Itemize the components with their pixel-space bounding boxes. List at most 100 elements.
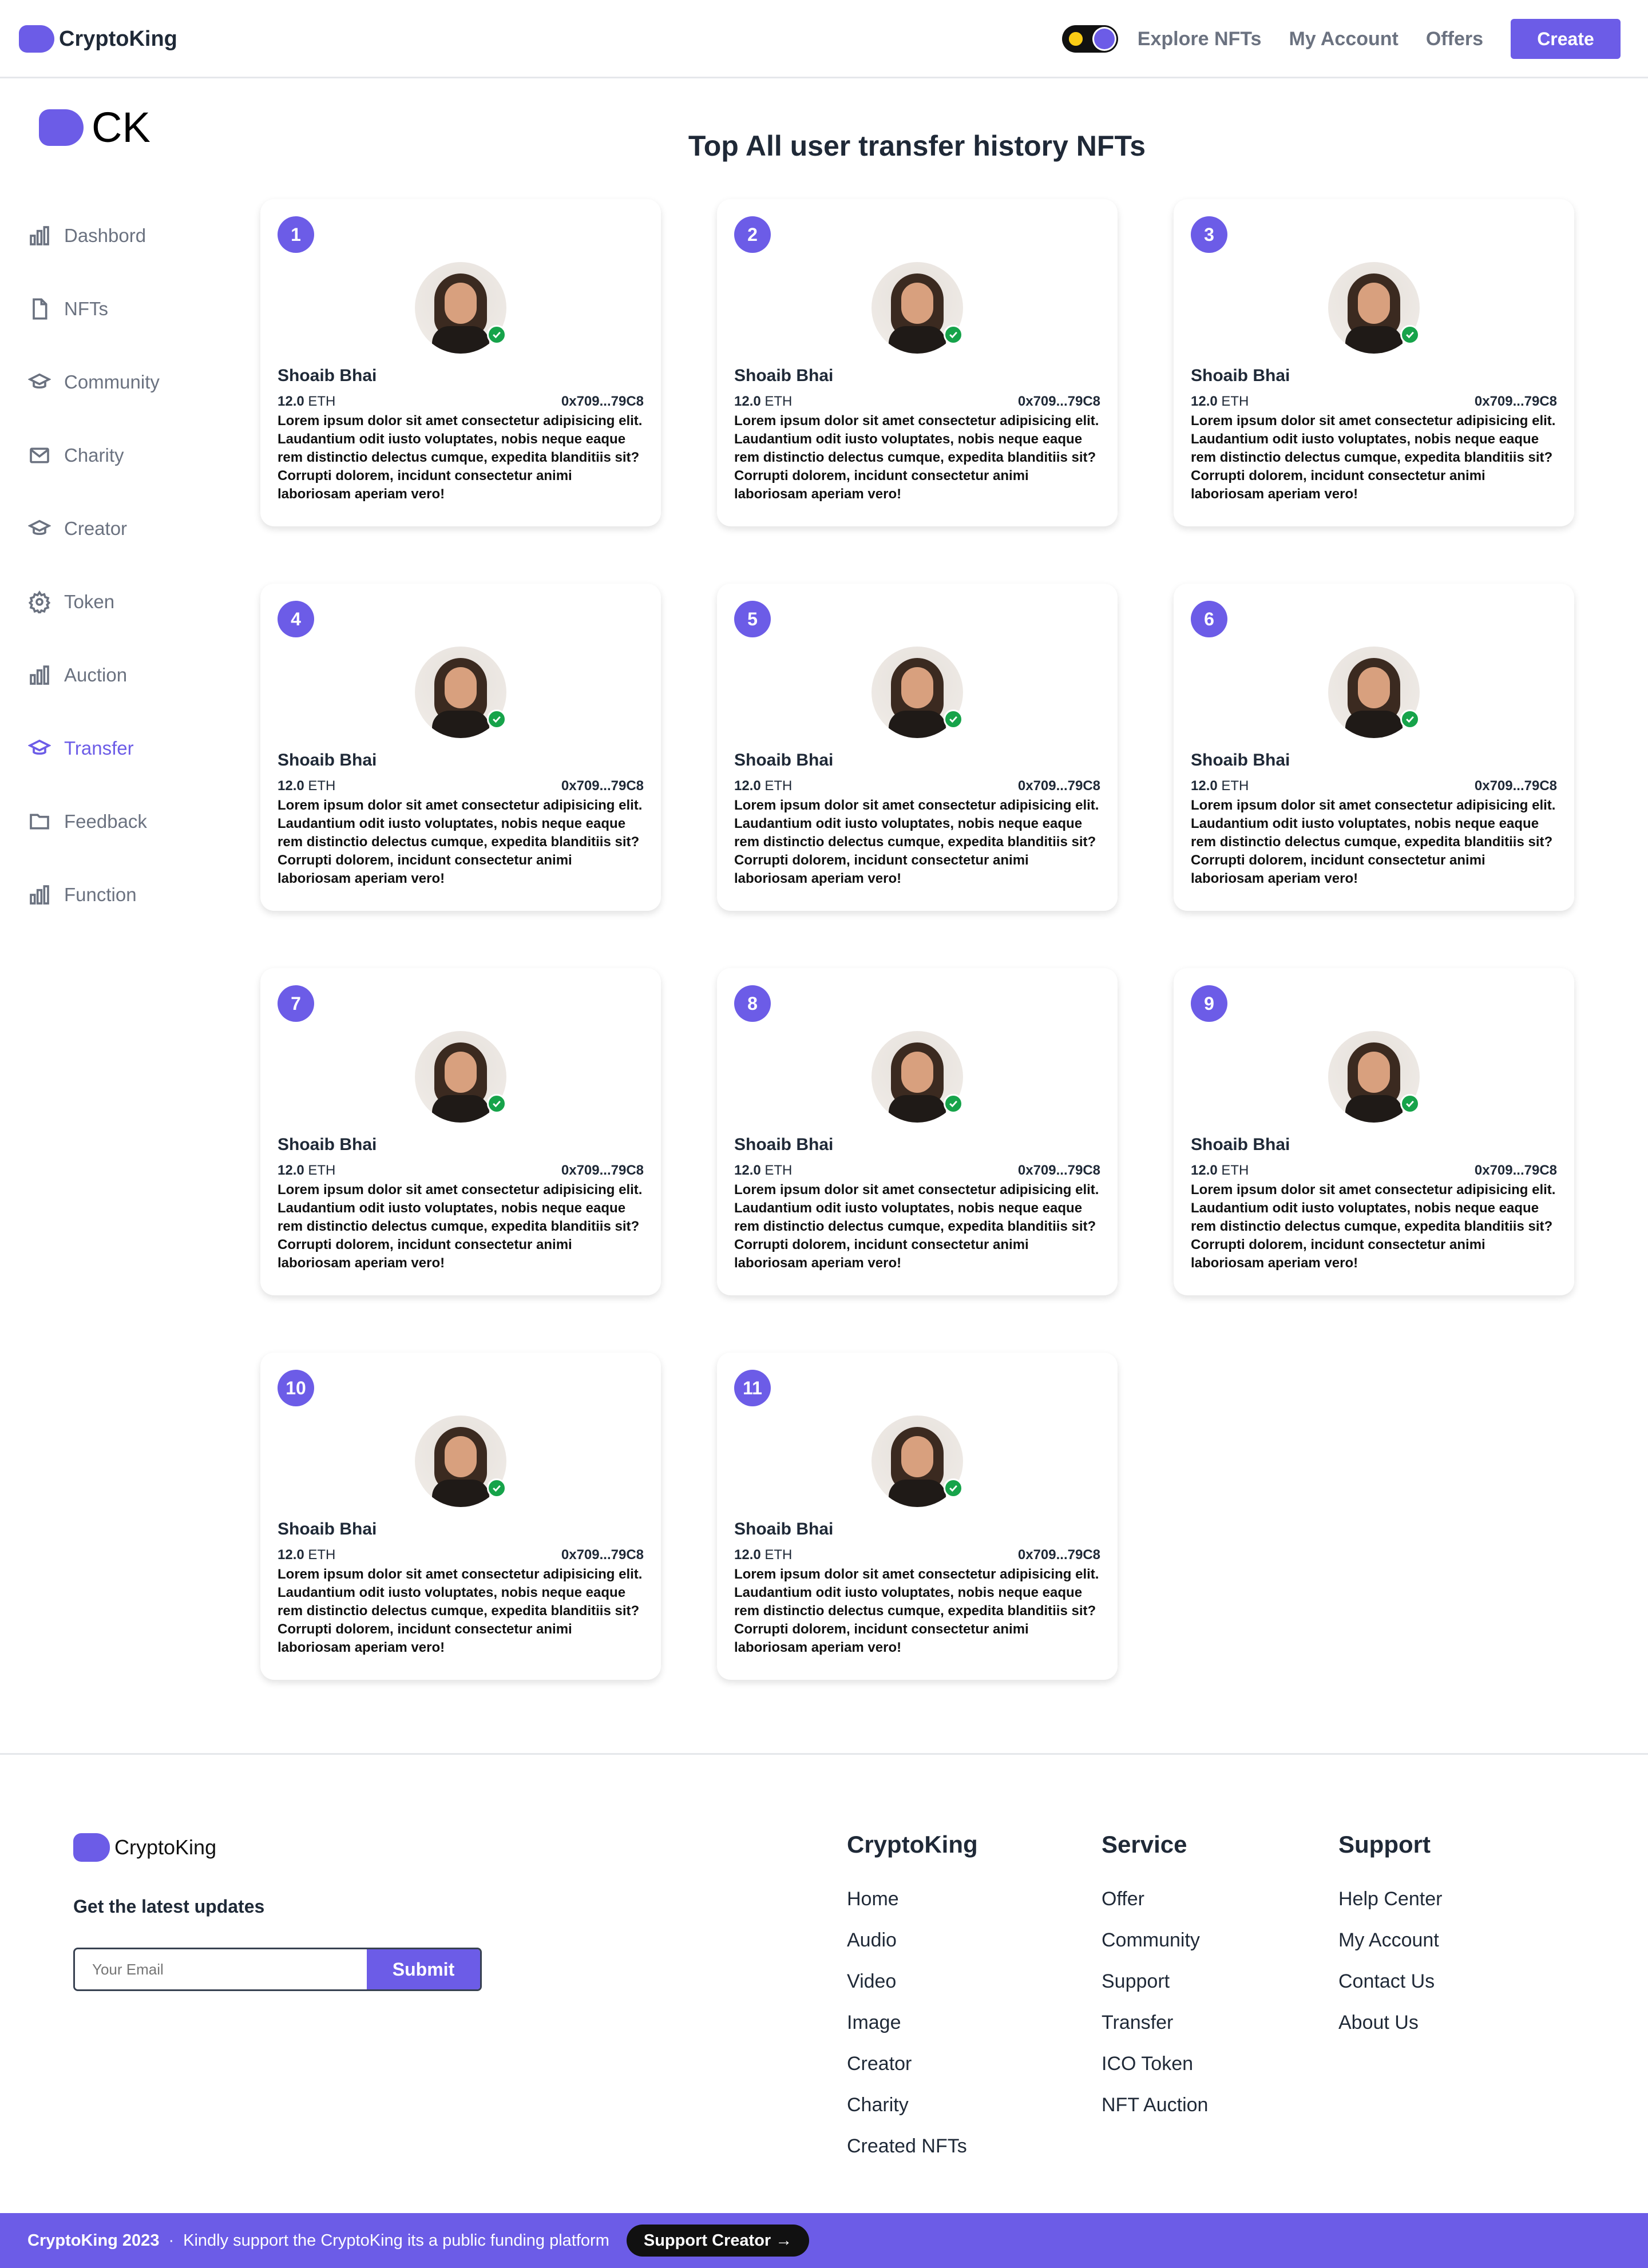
- nft-card[interactable]: 2 Shoaib Bhai 12.0 ETH 0x709...79C8 Lorem ip…: [717, 199, 1118, 526]
- support-creator-button[interactable]: Support Creator →: [626, 2225, 810, 2257]
- avatar-body: [889, 1095, 946, 1123]
- footer-link-image[interactable]: Image: [847, 2012, 978, 2053]
- sidebar-item-feedback[interactable]: Feedback: [27, 785, 233, 858]
- footer-link-creator[interactable]: Creator: [847, 2053, 978, 2094]
- nav-my-account[interactable]: My Account: [1289, 28, 1398, 50]
- brand-logo[interactable]: CryptoKing: [19, 25, 177, 53]
- footer-link-offer[interactable]: Offer: [1102, 1888, 1208, 1929]
- theme-toggle[interactable]: [1061, 25, 1118, 53]
- sidebar-item-label: Function: [64, 884, 137, 905]
- gear-icon: [27, 590, 52, 614]
- file-icon: [27, 297, 52, 321]
- graduation-cap-icon: [27, 370, 52, 394]
- sidebar-item-label: Feedback: [64, 811, 147, 832]
- footer-column-support: Support Help Center My Account Contact U…: [1338, 1831, 1442, 2053]
- sidebar-item-charity[interactable]: Charity: [27, 419, 233, 492]
- email-input[interactable]: [75, 1949, 367, 1989]
- nft-card[interactable]: 4 Shoaib Bhai 12.0 ETH 0x709...79C8 Lorem ip…: [260, 584, 661, 911]
- sidebar-item-token[interactable]: Token: [27, 565, 233, 639]
- sidebar-item-auction[interactable]: Auction: [27, 639, 233, 712]
- sidebar-logo[interactable]: CK: [39, 103, 150, 152]
- wallet-address: 0x709...79C8: [561, 394, 644, 409]
- footer-link-support[interactable]: Support: [1102, 1970, 1208, 2012]
- wallet-address: 0x709...79C8: [561, 1547, 644, 1563]
- avatar-body: [432, 1480, 489, 1507]
- price: 12.0 ETH: [278, 1163, 335, 1179]
- create-button[interactable]: Create: [1511, 19, 1621, 59]
- price-value: 12.0: [278, 394, 304, 409]
- price: 12.0 ETH: [278, 1547, 335, 1563]
- price-currency: ETH: [764, 1547, 793, 1563]
- top-header: CryptoKing Explore NFTs My Account Offer…: [0, 0, 1648, 78]
- avatar-face: [901, 1436, 933, 1477]
- submit-button[interactable]: Submit: [367, 1949, 480, 1989]
- newsletter-heading: Get the latest updates: [73, 1896, 265, 1917]
- footer-logo[interactable]: CryptoKing: [73, 1833, 216, 1862]
- sidebar-item-function[interactable]: Function: [27, 858, 233, 931]
- footer-link-help-center[interactable]: Help Center: [1338, 1888, 1442, 1929]
- footer-link-created-nfts[interactable]: Created NFTs: [847, 2135, 978, 2176]
- price-currency: ETH: [764, 1163, 793, 1178]
- nft-card[interactable]: 5 Shoaib Bhai 12.0 ETH 0x709...79C8 Lorem ip…: [717, 584, 1118, 911]
- nft-card[interactable]: 3 Shoaib Bhai 12.0 ETH 0x709...79C8 Lorem ip…: [1174, 199, 1574, 526]
- avatar-face: [1358, 283, 1390, 324]
- rank-badge: 1: [278, 216, 314, 253]
- card-description: Lorem ipsum dolor sit amet consectetur a…: [278, 413, 643, 502]
- toggle-knob: [1094, 29, 1115, 49]
- owner-name: Shoaib Bhai: [1191, 366, 1290, 385]
- owner-name: Shoaib Bhai: [1191, 751, 1290, 770]
- footer-link-audio[interactable]: Audio: [847, 1929, 978, 1970]
- newsletter-form: Submit: [73, 1948, 482, 1991]
- price-currency: ETH: [1221, 778, 1249, 794]
- owner-name: Shoaib Bhai: [278, 751, 377, 770]
- nft-card[interactable]: 8 Shoaib Bhai 12.0 ETH 0x709...79C8 Lorem ip…: [717, 968, 1118, 1295]
- avatar-face: [1358, 1052, 1390, 1093]
- sidebar-item-community[interactable]: Community: [27, 346, 233, 419]
- footer-link-nft-auction[interactable]: NFT Auction: [1102, 2094, 1208, 2135]
- nft-card[interactable]: 9 Shoaib Bhai 12.0 ETH 0x709...79C8 Lorem ip…: [1174, 968, 1574, 1295]
- price-value: 12.0: [278, 1547, 304, 1563]
- avatar-face: [445, 283, 477, 324]
- avatar-face: [1358, 667, 1390, 708]
- verified-check-icon: [944, 325, 963, 344]
- footer-link-charity[interactable]: Charity: [847, 2094, 978, 2135]
- avatar-body: [1345, 1095, 1403, 1123]
- sidebar-item-label: Auction: [64, 664, 128, 685]
- sidebar-item-label: Charity: [64, 445, 124, 466]
- footer-link-ico-token[interactable]: ICO Token: [1102, 2053, 1208, 2094]
- card-meta: 12.0 ETH 0x709...79C8: [278, 1163, 644, 1179]
- sidebar-item-creator[interactable]: Creator: [27, 492, 233, 565]
- footer-link-home[interactable]: Home: [847, 1888, 978, 1929]
- nft-card[interactable]: 11 Shoaib Bhai 12.0 ETH 0x709...79C8 Lorem i…: [717, 1353, 1118, 1680]
- price-value: 12.0: [278, 778, 304, 794]
- footer-link-my-account[interactable]: My Account: [1338, 1929, 1442, 1970]
- sidebar-item-dashbord[interactable]: Dashbord: [27, 199, 233, 272]
- avatar-body: [889, 326, 946, 354]
- nav-offers[interactable]: Offers: [1426, 28, 1483, 50]
- logo-mark-icon: [73, 1833, 110, 1862]
- separator: ·: [168, 2231, 175, 2250]
- wallet-address: 0x709...79C8: [1017, 778, 1100, 794]
- logo-mark-icon: [19, 25, 54, 53]
- footer-divider: [0, 1753, 1648, 1755]
- avatar-face: [445, 667, 477, 708]
- footer-column-title: Service: [1102, 1831, 1187, 1858]
- footer-link-transfer[interactable]: Transfer: [1102, 2012, 1208, 2053]
- footer-link-community[interactable]: Community: [1102, 1929, 1208, 1970]
- price-currency: ETH: [764, 778, 793, 794]
- nft-card[interactable]: 6 Shoaib Bhai 12.0 ETH 0x709...79C8 Lorem ip…: [1174, 584, 1574, 911]
- rank-badge: 2: [734, 216, 771, 253]
- nft-card[interactable]: 7 Shoaib Bhai 12.0 ETH 0x709...79C8 Lorem ip…: [260, 968, 661, 1295]
- footer-link-video[interactable]: Video: [847, 1970, 978, 2012]
- footer-link-about-us[interactable]: About Us: [1338, 2012, 1442, 2053]
- nav-explore-nfts[interactable]: Explore NFTs: [1138, 28, 1262, 50]
- price: 12.0 ETH: [734, 1547, 792, 1563]
- footer-column-cryptoking: CryptoKing Home Audio Video Image Creato…: [847, 1831, 978, 2176]
- sidebar-item-nfts[interactable]: NFTs: [27, 272, 233, 346]
- nft-card[interactable]: 10 Shoaib Bhai 12.0 ETH 0x709...79C8 Lorem i…: [260, 1353, 661, 1680]
- sidebar-item-transfer[interactable]: Transfer: [27, 712, 233, 785]
- avatar-face: [901, 667, 933, 708]
- price-currency: ETH: [1221, 394, 1249, 409]
- nft-card[interactable]: 1 Shoaib Bhai 12.0 ETH 0x709...79C8 Lorem ip…: [260, 199, 661, 526]
- footer-link-contact-us[interactable]: Contact Us: [1338, 1970, 1442, 2012]
